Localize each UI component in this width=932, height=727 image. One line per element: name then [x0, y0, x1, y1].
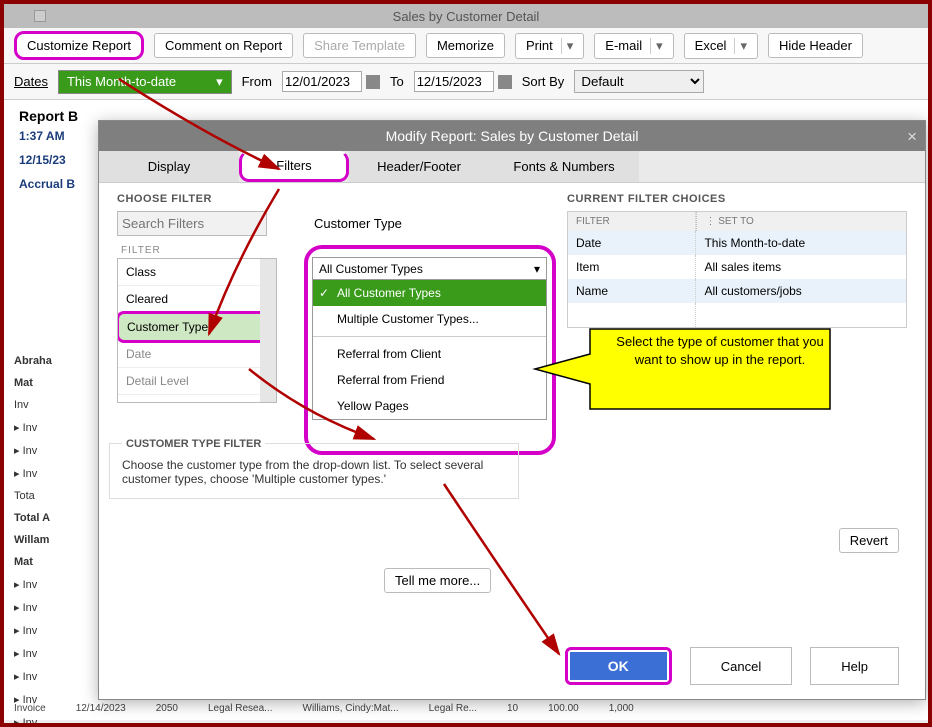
tab-header-footer[interactable]: Header/Footer — [349, 151, 489, 182]
chevron-down-icon: ▾ — [534, 262, 540, 276]
dropdown-option[interactable]: All Customer Types — [313, 280, 546, 306]
dropdown-option[interactable]: Multiple Customer Types... — [313, 306, 546, 332]
remove-selected-filter-button[interactable]: Remove Selected Filter — [658, 383, 815, 408]
dialog-titlebar: Modify Report: Sales by Customer Detail … — [99, 121, 925, 151]
customize-report-button[interactable]: Customize Report — [14, 31, 144, 60]
tab-fonts-numbers[interactable]: Fonts & Numbers — [489, 151, 639, 182]
table-row[interactable]: ItemAll sales items — [568, 255, 906, 279]
chevron-down-icon: ▾ — [216, 74, 223, 90]
customer-type-dropdown-panel[interactable]: All Customer Types Multiple Customer Typ… — [312, 279, 547, 420]
dates-row: Dates This Month-to-date▾ From To Sort B… — [4, 64, 928, 100]
modify-report-dialog: Modify Report: Sales by Customer Detail … — [98, 120, 926, 700]
tab-display[interactable]: Display — [99, 151, 239, 182]
section-legend: CUSTOMER TYPE FILTER — [122, 438, 265, 450]
chevron-down-icon[interactable]: ▾ — [561, 38, 574, 54]
excel-button[interactable]: Excel▾ — [684, 33, 758, 59]
share-template-button[interactable]: Share Template — [303, 33, 416, 58]
scrollbar[interactable] — [260, 259, 276, 402]
dates-label: Dates — [14, 74, 48, 89]
table-row[interactable]: DateThis Month-to-date — [568, 231, 906, 255]
from-date-input[interactable] — [282, 71, 362, 92]
dropdown-option[interactable]: Referral from Friend — [313, 367, 546, 393]
table-row[interactable]: NameAll customers/jobs — [568, 279, 906, 303]
email-button[interactable]: E-mail▾ — [594, 33, 673, 59]
close-icon[interactable]: × — [907, 127, 917, 147]
report-toolbar: Customize Report Comment on Report Share… — [4, 28, 928, 64]
table-row[interactable] — [568, 303, 906, 327]
filter-list-item[interactable]: Customer Type — [117, 311, 277, 343]
current-filter-label: CURRENT FILTER CHOICES — [567, 193, 907, 205]
dialog-title: Modify Report: Sales by Customer Detail — [386, 128, 639, 144]
dialog-tabs: Display Filters Header/Footer Fonts & Nu… — [99, 151, 925, 183]
cancel-button[interactable]: Cancel — [690, 647, 792, 685]
filters-tab-content: CHOOSE FILTER FILTER ClassClearedCustome… — [99, 183, 925, 623]
filter-list-item[interactable]: Cleared — [118, 286, 276, 313]
window-icon — [34, 10, 46, 22]
current-filter-choices: CURRENT FILTER CHOICES FILTER⋮ SET TO Da… — [567, 193, 907, 408]
search-filters-input[interactable] — [117, 211, 267, 236]
chevron-down-icon[interactable]: ▾ — [650, 38, 663, 54]
dropdown-option[interactable]: Referral from Client — [313, 341, 546, 367]
from-label: From — [242, 74, 272, 89]
to-label: To — [390, 74, 404, 89]
date-range-select[interactable]: This Month-to-date▾ — [58, 70, 232, 94]
to-date-input[interactable] — [414, 71, 494, 92]
filter-list[interactable]: ClassClearedCustomer TypeDateDetail Leve… — [117, 258, 277, 403]
hide-header-button[interactable]: Hide Header — [768, 33, 863, 58]
bottom-data-row: Invoice12/14/20232050 Legal Resea...Will… — [14, 703, 918, 714]
tab-filters[interactable]: Filters — [239, 151, 349, 182]
sortby-select[interactable]: Default — [574, 70, 704, 93]
chevron-down-icon[interactable]: ▾ — [734, 38, 747, 54]
sortby-label: Sort By — [522, 74, 565, 89]
current-filter-table: FILTER⋮ SET TO DateThis Month-to-date It… — [567, 211, 907, 328]
print-button[interactable]: Print▾ — [515, 33, 584, 59]
filter-list-item[interactable]: Date — [118, 341, 276, 368]
customer-type-select[interactable]: All Customer Types ▾ — [312, 257, 547, 281]
comment-report-button[interactable]: Comment on Report — [154, 33, 293, 58]
revert-button[interactable]: Revert — [839, 528, 899, 553]
dialog-buttons: OK Cancel Help — [565, 647, 899, 685]
help-text: Choose the customer type from the drop-d… — [122, 458, 506, 486]
calendar-icon[interactable] — [366, 75, 380, 89]
window-title: Sales by Customer Detail — [393, 9, 540, 24]
filter-list-item[interactable]: Detail Level — [118, 368, 276, 395]
customer-type-label: Customer Type — [314, 216, 402, 231]
help-button[interactable]: Help — [810, 647, 899, 685]
dropdown-option[interactable]: Yellow Pages — [313, 393, 546, 419]
calendar-icon[interactable] — [498, 75, 512, 89]
memorize-button[interactable]: Memorize — [426, 33, 505, 58]
window-titlebar: Sales by Customer Detail — [4, 4, 928, 28]
filter-list-item[interactable]: Class — [118, 259, 276, 286]
ok-button[interactable]: OK — [570, 652, 667, 680]
tell-me-more-button[interactable]: Tell me more... — [384, 568, 491, 593]
customer-type-filter-help: CUSTOMER TYPE FILTER Choose the customer… — [109, 443, 519, 499]
